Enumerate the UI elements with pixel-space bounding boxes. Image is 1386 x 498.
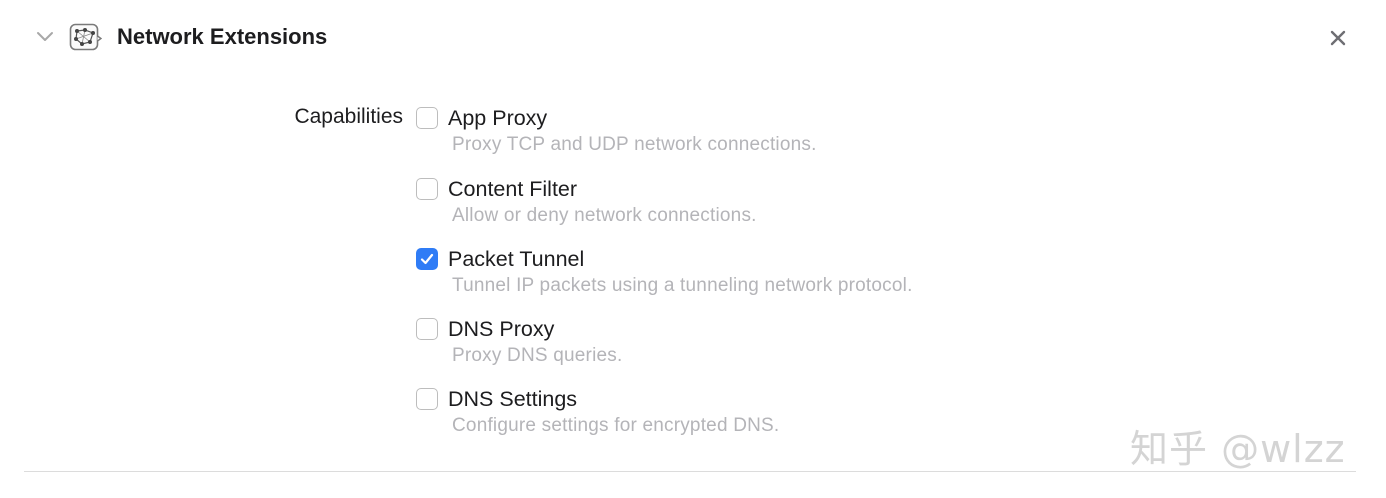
app-proxy-label[interactable]: App Proxy: [448, 106, 547, 131]
dns-proxy-description: Proxy DNS queries.: [452, 345, 623, 366]
chevron-down-icon[interactable]: [36, 30, 54, 44]
section-title: Network Extensions: [117, 24, 328, 49]
capabilities-label: Capabilities: [294, 105, 403, 128]
close-icon[interactable]: [1326, 26, 1350, 50]
packet-tunnel-label[interactable]: Packet Tunnel: [448, 247, 584, 272]
checkmark-icon: [420, 253, 434, 265]
section-divider: [24, 471, 1356, 472]
app-proxy-description: Proxy TCP and UDP network connections.: [452, 134, 817, 155]
network-extensions-icon: [69, 23, 102, 51]
network-extensions-section: Network Extensions Capabilities App Prox…: [0, 0, 1386, 498]
capability-option-dns-settings: DNS Settings Configure settings for encr…: [416, 385, 779, 437]
app-proxy-checkbox[interactable]: [416, 107, 438, 129]
capability-option-packet-tunnel: Packet Tunnel Tunnel IP packets using a …: [416, 245, 913, 297]
content-filter-checkbox[interactable]: [416, 178, 438, 200]
packet-tunnel-checkbox[interactable]: [416, 248, 438, 270]
packet-tunnel-description: Tunnel IP packets using a tunneling netw…: [452, 275, 913, 296]
content-filter-description: Allow or deny network connections.: [452, 205, 757, 226]
content-filter-label[interactable]: Content Filter: [448, 177, 577, 202]
watermark: 知乎 @wlzz: [1130, 427, 1346, 471]
dns-proxy-checkbox[interactable]: [416, 318, 438, 340]
dns-proxy-label[interactable]: DNS Proxy: [448, 317, 554, 342]
dns-settings-label[interactable]: DNS Settings: [448, 387, 577, 412]
dns-settings-checkbox[interactable]: [416, 388, 438, 410]
capability-option-dns-proxy: DNS Proxy Proxy DNS queries.: [416, 315, 622, 367]
capability-option-app-proxy: App Proxy Proxy TCP and UDP network conn…: [416, 104, 817, 156]
capability-option-content-filter: Content Filter Allow or deny network con…: [416, 175, 757, 227]
dns-settings-description: Configure settings for encrypted DNS.: [452, 415, 780, 436]
